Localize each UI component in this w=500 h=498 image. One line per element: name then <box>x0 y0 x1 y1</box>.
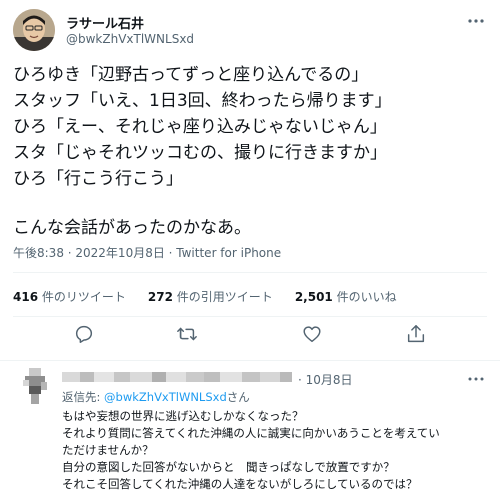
reply-line: ただけませんか？ <box>62 443 154 457</box>
reply-date[interactable]: · 10月8日 <box>298 371 353 388</box>
replying-to: 返信先: @bwkZhVxTlWNLSxdさん <box>62 389 250 405</box>
divider <box>0 360 500 361</box>
tweet-timestamp[interactable]: 午後8:38 · 2022年10月8日 · Twitter for iPhone <box>13 244 281 261</box>
tweet-line: スタ「じゃそれツッコむの、撮りに行きますか」 <box>13 143 387 163</box>
avatar-photo <box>13 9 55 51</box>
tweet-line: ひろ「えー、それじゃ座り込みじゃないじゃん」 <box>13 117 387 137</box>
more-options-icon[interactable] <box>466 14 486 28</box>
reply-avatar[interactable] <box>13 366 57 410</box>
quote-count-value: 272 <box>147 290 173 304</box>
action-bar <box>0 310 500 356</box>
reply-line: それより質問に答えてくれた沖縄の人に誠実に向かいあうことを考えてい <box>62 426 440 440</box>
like-count-label: 件のいいね <box>336 290 397 304</box>
reply-icon[interactable] <box>73 323 95 345</box>
display-name[interactable]: ラサール石井 <box>66 13 144 32</box>
tweet-line: スタッフ「いえ、1日3回、終わったら帰ります」 <box>13 91 392 111</box>
reply-text: もはや妄想の世界に逃げ込むしかなくなった？ それより質問に答えてくれた沖縄の人に… <box>62 408 492 493</box>
tweet-text: ひろゆき「辺野古ってずっと座り込んでるの」 スタッフ「いえ、1日3回、終わったら… <box>13 62 493 241</box>
tweet-stats: 416 件のリツイート 272 件の引用ツイート 2,501 件のいいね <box>13 288 397 305</box>
quote-count-label: 件の引用ツイート <box>176 290 273 304</box>
share-icon[interactable] <box>405 323 427 345</box>
like-icon[interactable] <box>301 323 323 345</box>
like-count-value: 2,501 <box>294 290 333 304</box>
avatar[interactable] <box>13 9 55 51</box>
replying-to-mention[interactable]: @bwkZhVxTlWNLSxd <box>104 390 227 404</box>
divider <box>13 272 487 273</box>
reply-line: 自分の意図した回答がないからと 聞きっぱなしで放置ですか？ <box>62 460 395 474</box>
reply-line: それこそ回答してくれた沖縄の人達をないがしろにしているのでは？ <box>62 477 418 491</box>
tweet-closing-line: こんな会話があったのかなあ。 <box>13 218 251 238</box>
retweet-count[interactable]: 416 件のリツイート <box>13 288 126 305</box>
like-count[interactable]: 2,501 件のいいね <box>295 288 397 305</box>
tweet-line: ひろ「行こう行こう」 <box>13 169 183 189</box>
retweet-count-label: 件のリツイート <box>41 290 126 304</box>
retweet-icon[interactable] <box>176 323 198 345</box>
tweet-line: ひろゆき「辺野古ってずっと座り込んでるの」 <box>13 65 369 85</box>
retweet-count-value: 416 <box>13 290 39 304</box>
quote-count[interactable]: 272 件の引用ツイート <box>148 288 273 305</box>
reply-line: もはや妄想の世界に逃げ込むしかなくなった？ <box>62 409 304 423</box>
replying-to-prefix: 返信先: <box>62 390 105 404</box>
reply-name-redacted[interactable] <box>62 370 292 384</box>
user-handle[interactable]: @bwkZhVxTlWNLSxd <box>66 32 194 46</box>
replying-to-suffix: さん <box>226 390 250 404</box>
reply-more-options-icon[interactable] <box>466 372 486 386</box>
